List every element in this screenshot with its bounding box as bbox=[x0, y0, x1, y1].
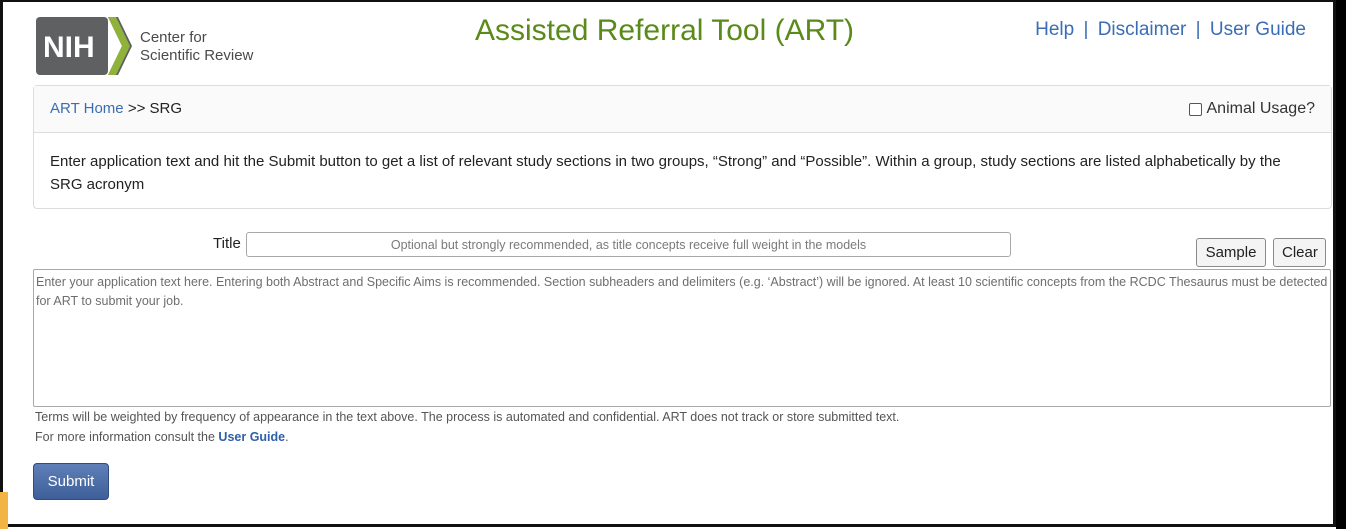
right-edge-strip bbox=[1336, 0, 1346, 529]
user-guide-inline-link[interactable]: User Guide bbox=[218, 430, 285, 444]
submit-button[interactable]: Submit bbox=[33, 463, 109, 500]
clear-button[interactable]: Clear bbox=[1273, 238, 1326, 267]
info-panel: ART Home >> SRG Animal Usage? Enter appl… bbox=[33, 85, 1332, 209]
application-text-area[interactable] bbox=[33, 269, 1331, 407]
logo-line-2: Scientific Review bbox=[140, 47, 254, 64]
help-link[interactable]: Help bbox=[1035, 19, 1074, 40]
animal-usage-toggle[interactable]: Animal Usage? bbox=[1188, 100, 1316, 118]
nih-logo: NIH bbox=[36, 17, 132, 75]
breadcrumb-separator: >> bbox=[127, 100, 146, 117]
weighting-note: Terms will be weighted by frequency of a… bbox=[35, 410, 900, 424]
logo-caption: Center for Scientific Review bbox=[140, 29, 253, 65]
link-separator: | bbox=[1083, 19, 1089, 40]
logo-line-1: Center for bbox=[140, 29, 207, 46]
title-input[interactable] bbox=[246, 232, 1011, 257]
more-info-note: For more information consult the User Gu… bbox=[35, 430, 289, 444]
left-accent-bar bbox=[0, 492, 8, 529]
instructions-text: Enter application text and hit the Submi… bbox=[50, 153, 1281, 193]
animal-usage-checkbox[interactable] bbox=[1188, 102, 1202, 116]
more-info-suffix: . bbox=[285, 430, 289, 444]
disclaimer-link[interactable]: Disclaimer bbox=[1098, 19, 1187, 40]
link-separator: | bbox=[1195, 19, 1201, 40]
user-guide-link[interactable]: User Guide bbox=[1210, 19, 1306, 40]
sample-button[interactable]: Sample bbox=[1196, 238, 1266, 267]
breadcrumb: ART Home >> SRG bbox=[50, 100, 182, 117]
app-title: Assisted Referral Tool (ART) bbox=[475, 14, 855, 47]
page-frame: NIH Center for Scientific Review Assiste… bbox=[0, 0, 1336, 527]
animal-usage-label: Animal Usage? bbox=[1206, 100, 1316, 117]
breadcrumb-current: SRG bbox=[149, 100, 183, 117]
more-info-prefix: For more information consult the bbox=[35, 430, 219, 444]
panel-header: ART Home >> SRG Animal Usage? bbox=[34, 86, 1331, 133]
breadcrumb-home-link[interactable]: ART Home bbox=[50, 100, 124, 117]
title-label: Title bbox=[213, 235, 241, 252]
top-links: Help | Disclaimer | User Guide bbox=[1035, 19, 1306, 41]
nih-logo-text: NIH bbox=[43, 31, 95, 64]
